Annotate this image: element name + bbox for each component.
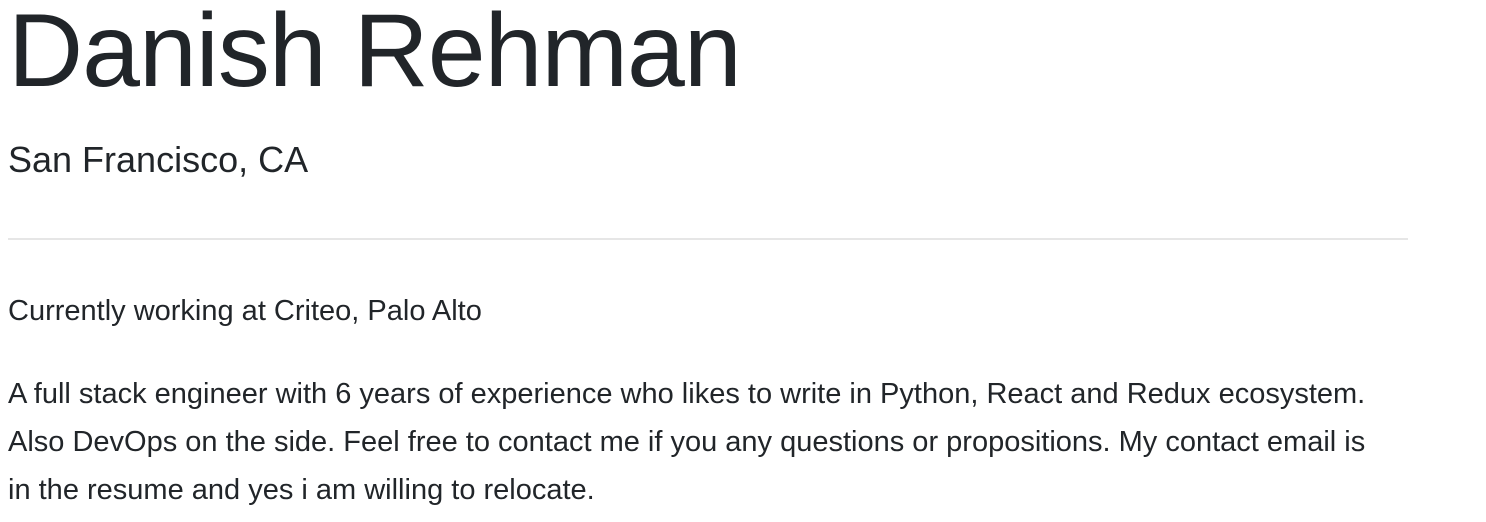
profile-name: Danish Rehman [8,0,742,109]
profile-location: San Francisco, CA [8,139,309,180]
profile-page: Danish Rehman San Francisco, CA Currentl… [0,0,1486,522]
profile-bio: A full stack engineer with 6 years of ex… [8,378,1366,506]
current-position: Currently working at Criteo, Palo Alto [8,295,482,327]
section-divider [8,238,1408,240]
